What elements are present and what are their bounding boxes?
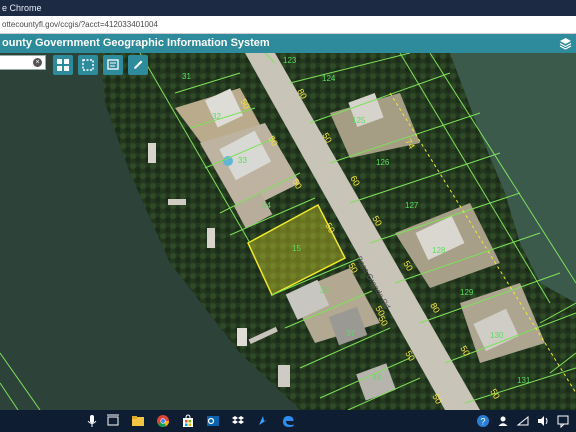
parcel-number: 123 xyxy=(283,56,297,65)
notes-tool-button[interactable] xyxy=(103,55,123,75)
store-icon[interactable] xyxy=(181,414,195,428)
task-view-icon[interactable] xyxy=(106,414,120,428)
parcel-number: 38 xyxy=(372,373,381,382)
svg-text:?: ? xyxy=(481,417,486,427)
browser-title-bar: e Chrome xyxy=(0,0,576,16)
parcel-number: 127 xyxy=(405,201,419,210)
clear-search-icon[interactable]: × xyxy=(33,58,42,67)
parcel-number: 125 xyxy=(352,116,366,125)
file-explorer-icon[interactable] xyxy=(131,414,145,428)
dock xyxy=(207,228,215,248)
volume-icon[interactable] xyxy=(536,414,550,428)
gis-header: ounty Government Geographic Information … xyxy=(0,34,576,53)
pool xyxy=(223,156,233,166)
parcel-number: 34 xyxy=(262,201,271,210)
people-icon[interactable] xyxy=(496,414,510,428)
dock xyxy=(278,365,290,387)
select-icon xyxy=(82,59,94,71)
dock xyxy=(148,143,156,163)
draw-icon xyxy=(134,60,143,69)
parcel-number: 124 xyxy=(322,74,336,83)
edge-icon[interactable] xyxy=(281,414,295,428)
aerial-map[interactable]: Boca Grande Rd 123 124 31 32 33 125 126 … xyxy=(0,53,576,410)
grid-tool-button[interactable] xyxy=(53,55,73,75)
outlook-icon[interactable] xyxy=(206,414,220,428)
chrome-icon[interactable] xyxy=(156,414,170,428)
parcel-number: 126 xyxy=(376,158,390,167)
notes-icon xyxy=(107,59,119,70)
help-icon[interactable]: ? xyxy=(476,414,490,428)
parcel-number: 36 xyxy=(320,286,329,295)
parcel-number: 32 xyxy=(212,112,221,121)
address-url[interactable]: ottecountyfl.gov/ccgis/?acct=41203340100… xyxy=(2,20,158,29)
parcel-number: 128 xyxy=(432,246,446,255)
gis-title: ounty Government Geographic Information … xyxy=(2,37,270,49)
map-view[interactable]: Boca Grande Rd 123 124 31 32 33 125 126 … xyxy=(0,53,576,410)
layers-icon[interactable] xyxy=(559,37,572,50)
address-bar[interactable]: ottecountyfl.gov/ccgis/?acct=41203340100… xyxy=(0,16,576,34)
parcel-number: 129 xyxy=(460,288,474,297)
network-icon[interactable] xyxy=(516,414,530,428)
dropbox-icon[interactable] xyxy=(231,414,245,428)
parcel-number: 37 xyxy=(346,329,355,338)
parcel-number: 33 xyxy=(238,156,247,165)
dock xyxy=(168,199,186,205)
parcel-number: 130 xyxy=(490,331,504,340)
grid-icon xyxy=(57,59,69,71)
search-box[interactable]: × xyxy=(0,55,46,70)
mic-icon[interactable] xyxy=(85,414,99,428)
dock xyxy=(237,328,247,346)
parcel-number: 31 xyxy=(182,72,191,81)
draw-tool-button[interactable] xyxy=(128,55,148,75)
windows-taskbar: ? xyxy=(0,410,576,432)
browser-title: e Chrome xyxy=(2,3,42,13)
select-tool-button[interactable] xyxy=(78,55,98,75)
parcel-number: 131 xyxy=(517,376,531,385)
notification-icon[interactable] xyxy=(556,414,570,428)
arrow-app-icon[interactable] xyxy=(256,414,270,428)
parcel-number: 15 xyxy=(292,244,301,253)
